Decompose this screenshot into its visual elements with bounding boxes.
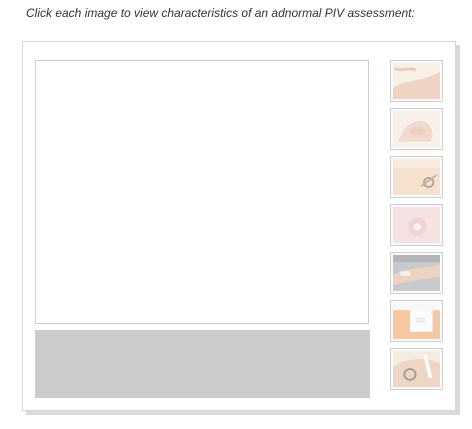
photo-icon — [393, 63, 440, 99]
thumb-pustule-skin[interactable] — [390, 204, 443, 246]
thumb-swollen-hand[interactable] — [390, 108, 443, 150]
image-caption-panel — [35, 330, 370, 398]
thumb-iv-dressing[interactable] — [390, 300, 443, 342]
photo-icon — [393, 111, 440, 147]
photo-icon — [393, 303, 440, 339]
photo-icon — [393, 207, 440, 243]
photo-icon — [393, 159, 440, 195]
thumb-iv-cannula-hand[interactable] — [390, 348, 443, 390]
main-image-viewer — [35, 60, 369, 324]
image-gallery — [22, 41, 456, 411]
photo-icon — [393, 351, 440, 387]
instruction-text: Click each image to view characteristics… — [26, 6, 415, 20]
photo-icon — [393, 255, 440, 291]
thumb-iv-site-wrist[interactable] — [390, 156, 443, 198]
thumbnail-list — [390, 60, 448, 396]
thumb-infiltration-arm[interactable] — [390, 60, 443, 102]
thumb-arm-iv-line[interactable] — [390, 252, 443, 294]
